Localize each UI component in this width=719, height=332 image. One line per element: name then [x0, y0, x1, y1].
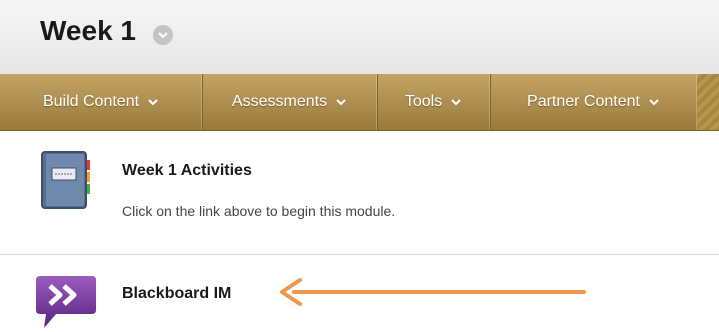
chevron-down-icon	[148, 99, 158, 106]
divider	[0, 254, 719, 255]
build-content-menu[interactable]: Build Content	[0, 74, 203, 130]
build-content-label: Build Content	[42, 93, 140, 110]
blackboard-im-link[interactable]: Blackboard IM	[122, 285, 231, 303]
chevron-down-icon	[158, 32, 168, 39]
week-1-activities-description: Click on the link above to begin this mo…	[122, 203, 396, 219]
week-1-activities-link[interactable]: Week 1 Activities	[122, 162, 252, 180]
toolbar-overflow	[697, 74, 719, 130]
annotation-arrow-icon	[280, 278, 586, 306]
tools-menu[interactable]: Tools	[377, 74, 491, 130]
tools-label: Tools	[404, 93, 443, 110]
page-title: Week 1	[40, 15, 136, 46]
content-area-header: Week 1	[0, 0, 719, 75]
chevron-down-icon	[649, 99, 659, 106]
title-options-button[interactable]	[153, 25, 173, 45]
chevron-down-icon	[451, 99, 461, 106]
assessments-menu[interactable]: Assessments	[202, 74, 378, 130]
assessments-label: Assessments	[231, 93, 328, 110]
partner-content-label: Partner Content	[527, 93, 640, 110]
chevron-down-icon	[336, 99, 346, 106]
partner-content-menu[interactable]: Partner Content	[490, 74, 698, 130]
module-notebook-icon	[41, 151, 90, 209]
blackboard-im-icon	[36, 276, 96, 328]
action-toolbar: Build Content Assessments Tools Partner …	[0, 74, 719, 131]
